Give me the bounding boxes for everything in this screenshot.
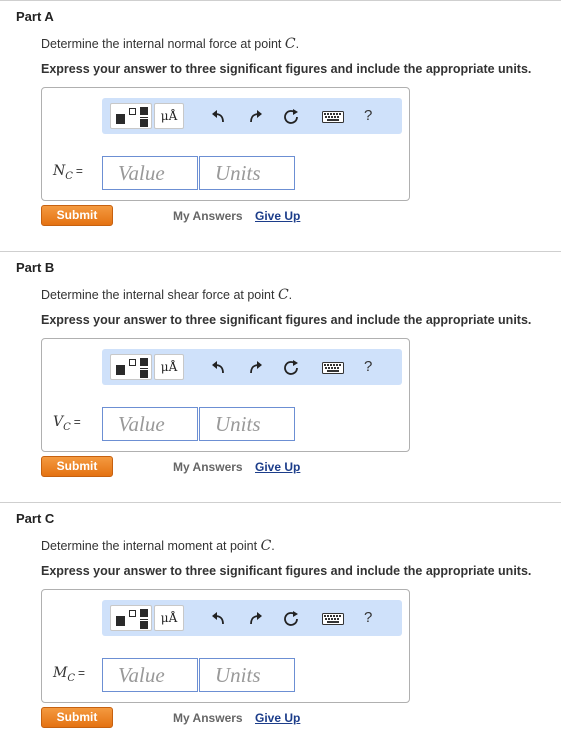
answer-box: μÅ ? — [41, 87, 410, 201]
units-input[interactable] — [199, 658, 295, 692]
my-answers-link[interactable]: My Answers — [173, 460, 243, 474]
answer-box: μÅ ? — [41, 338, 410, 452]
reset-icon[interactable] — [282, 359, 300, 377]
templates-icon[interactable] — [110, 103, 152, 129]
question-text: Determine the internal moment at point C… — [41, 538, 275, 554]
units-input[interactable] — [199, 407, 295, 441]
variable-label: MC = — [53, 665, 85, 684]
redo-icon[interactable] — [246, 359, 264, 377]
instruction-text: Express your answer to three significant… — [41, 313, 532, 327]
templates-icon[interactable] — [110, 605, 152, 631]
help-icon[interactable]: ? — [364, 358, 372, 375]
question-prefix: Determine the internal moment at point — [41, 539, 258, 553]
instruction-text: Express your answer to three significant… — [41, 62, 532, 76]
variable-symbol: V — [53, 414, 64, 430]
part-title: Part A — [16, 9, 54, 24]
answer-box: μÅ ? — [41, 589, 410, 703]
keyboard-icon[interactable] — [322, 362, 344, 374]
part-title: Part C — [16, 511, 55, 526]
undo-icon[interactable] — [210, 610, 228, 628]
question-text: Determine the internal normal force at p… — [41, 36, 299, 52]
question-point: C — [260, 538, 272, 554]
question-text: Determine the internal shear force at po… — [41, 287, 292, 303]
value-input[interactable] — [102, 407, 198, 441]
part-c: Part C Determine the internal moment at … — [0, 502, 561, 733]
help-icon[interactable]: ? — [364, 609, 372, 626]
question-prefix: Determine the internal shear force at po… — [41, 288, 275, 302]
instruction-text: Express your answer to three significant… — [41, 564, 532, 578]
submit-button[interactable]: Submit — [41, 205, 113, 226]
give-up-link[interactable]: Give Up — [255, 711, 300, 725]
my-answers-link[interactable]: My Answers — [173, 209, 243, 223]
value-input[interactable] — [102, 156, 198, 190]
math-toolbar: μÅ ? — [102, 349, 402, 385]
question-suffix: . — [288, 288, 293, 302]
math-toolbar: μÅ ? — [102, 600, 402, 636]
submit-button[interactable]: Submit — [41, 456, 113, 477]
help-icon[interactable]: ? — [364, 107, 372, 124]
keyboard-icon[interactable] — [322, 613, 344, 625]
submit-button[interactable]: Submit — [41, 707, 113, 728]
part-a: Part A Determine the internal normal for… — [0, 0, 561, 251]
part-title: Part B — [16, 260, 55, 275]
equals-sign: = — [78, 666, 86, 680]
math-toolbar: μÅ ? — [102, 98, 402, 134]
variable-label: NC = — [53, 163, 83, 182]
variable-subscript: C — [65, 170, 73, 182]
units-button[interactable]: μÅ — [154, 354, 184, 380]
variable-symbol: M — [53, 665, 68, 681]
give-up-link[interactable]: Give Up — [255, 209, 300, 223]
templates-icon[interactable] — [110, 354, 152, 380]
equals-sign: = — [75, 164, 83, 178]
units-input[interactable] — [199, 156, 295, 190]
variable-label: VC = — [53, 414, 81, 433]
redo-icon[interactable] — [246, 108, 264, 126]
part-b: Part B Determine the internal shear forc… — [0, 251, 561, 502]
question-point: C — [277, 287, 289, 303]
variable-subscript: C — [63, 421, 71, 433]
reset-icon[interactable] — [282, 108, 300, 126]
undo-icon[interactable] — [210, 108, 228, 126]
units-button[interactable]: μÅ — [154, 605, 184, 631]
redo-icon[interactable] — [246, 610, 264, 628]
value-input[interactable] — [102, 658, 198, 692]
variable-symbol: N — [53, 163, 66, 179]
question-suffix: . — [295, 37, 300, 51]
part-divider — [0, 251, 561, 252]
give-up-link[interactable]: Give Up — [255, 460, 300, 474]
reset-icon[interactable] — [282, 610, 300, 628]
part-divider — [0, 502, 561, 503]
question-suffix: . — [271, 539, 275, 553]
equals-sign: = — [73, 415, 81, 429]
variable-subscript: C — [67, 672, 75, 684]
question-point: C — [284, 36, 296, 52]
undo-icon[interactable] — [210, 359, 228, 377]
my-answers-link[interactable]: My Answers — [173, 711, 243, 725]
keyboard-icon[interactable] — [322, 111, 344, 123]
part-divider — [0, 0, 561, 1]
units-button[interactable]: μÅ — [154, 103, 184, 129]
question-prefix: Determine the internal normal force at p… — [41, 37, 282, 51]
